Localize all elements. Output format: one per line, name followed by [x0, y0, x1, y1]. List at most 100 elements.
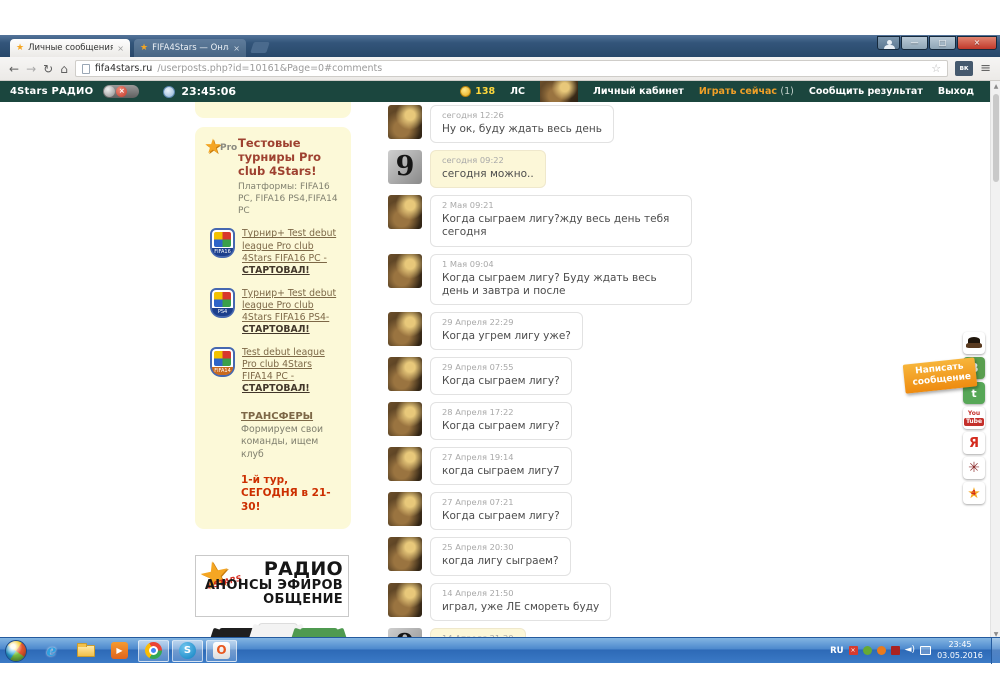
youtube-icon[interactable]: You Tube	[963, 407, 985, 429]
radio-brand: 4Stars РАДИО	[10, 86, 93, 97]
site-header: 4Stars РАДИО × 23:45:06 138 ЛС Личный ка…	[0, 81, 1000, 102]
chat-message: 14 Апреля 21:50 играл, уже ЛЕ смореть бу…	[388, 583, 700, 621]
radio-player[interactable]: ×	[103, 85, 139, 98]
start-button[interactable]	[5, 640, 27, 662]
tab-close-icon[interactable]: ×	[233, 44, 240, 53]
4stars-icon[interactable]: ★4	[963, 482, 985, 504]
home-icon[interactable]: ⌂	[60, 63, 68, 75]
back-icon[interactable]: ←	[9, 63, 19, 75]
user-avatar[interactable]	[388, 195, 422, 229]
user-avatar[interactable]	[388, 583, 422, 617]
user-avatar[interactable]	[388, 537, 422, 571]
tray-volume-icon[interactable]: ◄)	[905, 646, 915, 655]
ship-wheel-icon[interactable]: ✳	[963, 457, 985, 479]
profile-button[interactable]	[877, 36, 900, 50]
user-avatar[interactable]	[388, 402, 422, 436]
tab-title: FIFA4Stars — Онлайн Ту	[152, 43, 229, 53]
nav-private-messages[interactable]: ЛС	[510, 86, 525, 97]
taskbar-explorer-icon[interactable]	[70, 639, 101, 663]
chat-message: 29 Апреля 07:55 Когда сыграем лигу?	[388, 357, 700, 395]
site-header-nav: 138 ЛС Личный кабинет Играть сейчас (1) …	[460, 81, 990, 102]
language-indicator[interactable]: RU	[830, 646, 843, 656]
tab-fifa4stars[interactable]: ★ FIFA4Stars — Онлайн Ту ×	[134, 39, 246, 57]
message-bubble: сегодня 12:26 Ну ок, буду ждать весь ден…	[430, 105, 614, 143]
favicon-star-icon: ★	[140, 43, 148, 53]
user-avatar[interactable]	[388, 492, 422, 526]
bookmark-star-icon[interactable]: ☆	[931, 62, 941, 75]
vk-extension-icon[interactable]: вк	[955, 61, 973, 76]
url-host: fifa4stars.ru	[95, 63, 153, 74]
user-avatar[interactable]	[388, 105, 422, 139]
taskbar-ie-icon[interactable]: e	[36, 639, 67, 663]
forward-icon[interactable]: →	[26, 63, 36, 75]
scrollbar-thumb[interactable]	[993, 94, 999, 182]
message-bubble: 29 Апреля 22:29 Когда угрем лигу уже?	[430, 312, 583, 350]
yandex-icon[interactable]: Я	[963, 432, 985, 454]
message-date: сегодня 09:22	[442, 155, 534, 165]
user-avatar[interactable]	[388, 254, 422, 288]
tournament-platforms: Платформы: FIFA16 PC, FIFA16 PS4,FIFA14 …	[238, 182, 342, 217]
user-avatar[interactable]	[388, 312, 422, 346]
transfers-link[interactable]: ТРАНСФЕРЫ	[241, 411, 313, 422]
user-avatar[interactable]	[388, 357, 422, 391]
message-text: Когда сыграем лигу?	[442, 510, 560, 523]
captain-hat-icon[interactable]	[963, 332, 985, 354]
nav-play-now[interactable]: Играть сейчас (1)	[699, 86, 794, 97]
clock-date: 03.05.2016	[936, 651, 984, 661]
message-text: Ну ок, буду ждать весь день	[442, 123, 602, 136]
maximize-button[interactable]: □	[929, 36, 956, 50]
nav-logout[interactable]: Выход	[938, 86, 974, 97]
tournament-link[interactable]: Турнир+ Test debut league Pro club 4Star…	[242, 288, 336, 323]
message-date: 2 Мая 09:21	[442, 200, 680, 210]
nav-report-result[interactable]: Сообщить результат	[809, 86, 923, 97]
tray-green-icon[interactable]	[863, 646, 872, 655]
menu-icon[interactable]: ≡	[980, 61, 991, 76]
tournament-item: FIFA16 Турнир+ Test debut league Pro clu…	[210, 228, 342, 276]
close-button[interactable]: ×	[957, 36, 997, 50]
tournament-box: ★ Pro Тестовые турниры Pro club 4Stars! …	[195, 127, 351, 529]
banner-line: АНОНСЫ ЭФИРОВ	[205, 579, 343, 593]
message-bubble: 1 Мая 09:04 Когда сыграем лигу? Буду жда…	[430, 254, 692, 305]
chat-message: 28 Апреля 17:22 Когда сыграем лигу?	[388, 402, 700, 440]
tab-strip: ★ Личные сообщения Тем × ★ FIFA4Stars — …	[0, 35, 1000, 57]
address-bar[interactable]: fifa4stars.ru /userposts.php?id=10161&Pa…	[75, 60, 948, 77]
tournament-status: СТАРТОВАЛ!	[242, 324, 310, 335]
message-text: Когда сыграем лигу?жду весь день тебя се…	[442, 213, 680, 239]
scroll-up-icon[interactable]: ▲	[991, 83, 1000, 90]
tab-close-icon[interactable]: ×	[117, 44, 124, 53]
coins-balance[interactable]: 138	[460, 86, 495, 97]
show-desktop-button[interactable]	[991, 638, 1000, 664]
tab-messages[interactable]: ★ Личные сообщения Тем ×	[10, 39, 130, 57]
taskbar-origin-icon[interactable]: O	[206, 640, 237, 662]
user-avatar[interactable]	[388, 447, 422, 481]
minimize-button[interactable]: —	[901, 36, 928, 50]
radio-play-icon[interactable]	[104, 86, 115, 97]
tournament-link[interactable]: Турнир+ Test debut league Pro club 4Star…	[242, 228, 336, 263]
tray-orange-icon[interactable]	[877, 646, 886, 655]
chat-message: 25 Апреля 20:30 когда лигу сыграем?	[388, 537, 700, 575]
new-tab-button[interactable]	[250, 42, 270, 53]
radio-banner[interactable]: ★ 4 STARS РАДИО АНОНСЫ ЭФИРОВ ОБЩЕНИЕ	[195, 555, 349, 617]
taskbar-skype-icon[interactable]: S	[172, 640, 203, 662]
network-icon[interactable]	[920, 646, 931, 655]
system-tray: RU × ◄) 23:45 03.05.2016	[830, 638, 1000, 664]
refresh-icon[interactable]: ↻	[43, 63, 53, 75]
tournament-link[interactable]: Test debut league Pro club 4Stars FIFA14…	[242, 347, 325, 382]
tournament-shield-icon: PS4	[210, 288, 235, 318]
tray-red-icon[interactable]	[891, 646, 900, 655]
page-scrollbar[interactable]: ▲ ▼	[990, 81, 1000, 640]
nav-personal-cabinet[interactable]: Личный кабинет	[593, 86, 684, 97]
coin-icon	[460, 86, 471, 97]
desktop: { "browser": { "tabs": [ { "title": "Лич…	[0, 0, 1000, 700]
user-avatar[interactable]	[540, 81, 578, 102]
radio-stop-icon[interactable]: ×	[116, 86, 127, 97]
tray-antivirus-icon[interactable]: ×	[849, 646, 858, 655]
taskbar-mediaplayer-icon[interactable]: ▶	[104, 639, 135, 663]
user-avatar[interactable]: 9	[388, 150, 422, 184]
message-text: Когда угрем лигу уже?	[442, 330, 571, 343]
message-bubble: 25 Апреля 20:30 когда лигу сыграем?	[430, 537, 571, 575]
message-bubble: 14 Апреля 21:50 играл, уже ЛЕ смореть бу…	[430, 583, 611, 621]
taskbar-clock[interactable]: 23:45 03.05.2016	[936, 640, 984, 661]
tournament-status: СТАРТОВАЛ!	[242, 383, 310, 394]
taskbar-chrome-icon[interactable]	[138, 640, 169, 662]
